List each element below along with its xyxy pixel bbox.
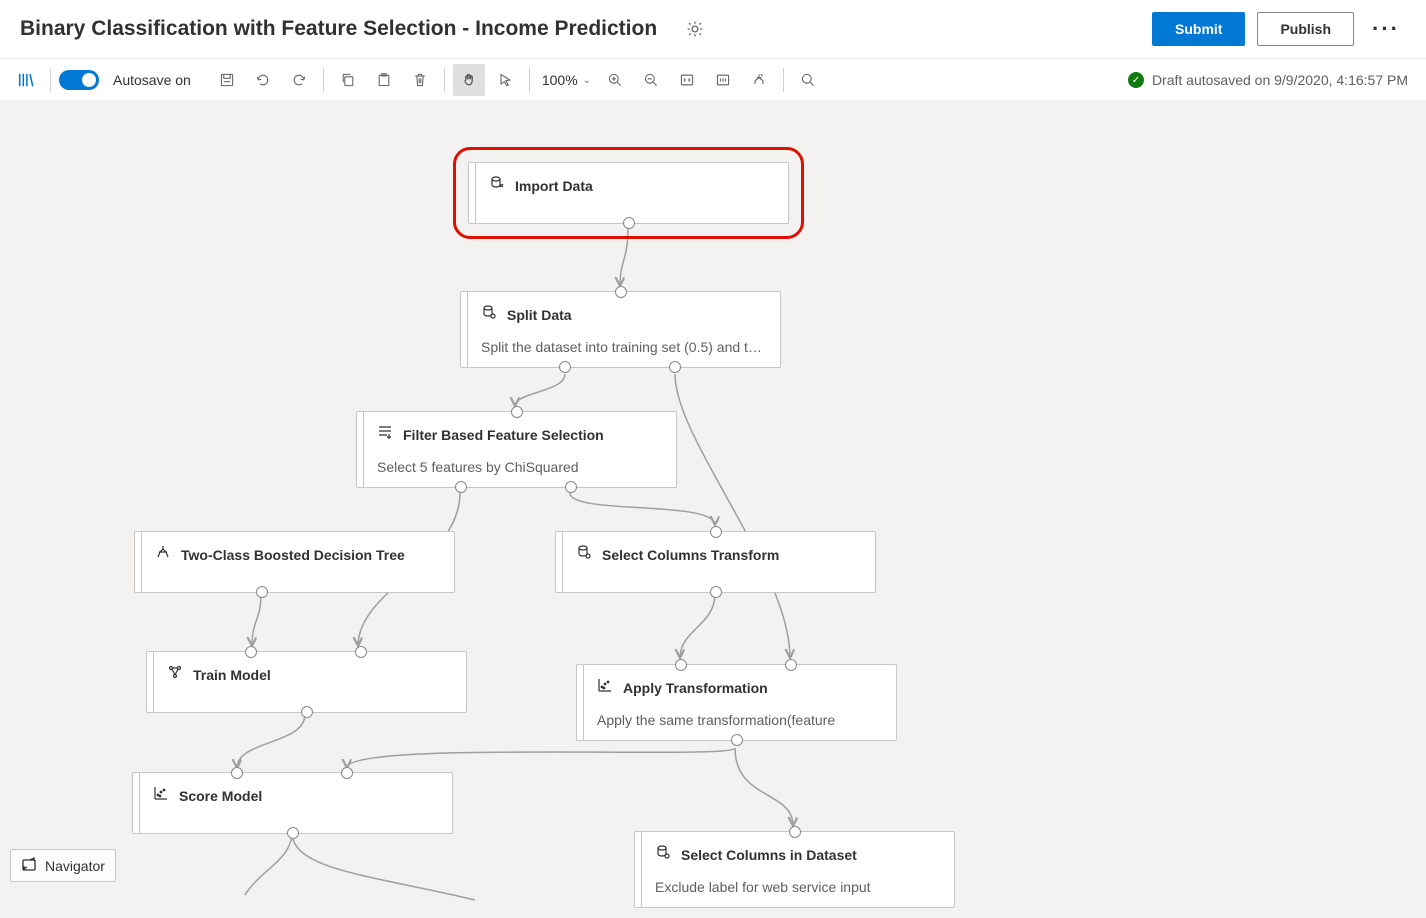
- node-title: Split Data: [507, 307, 572, 323]
- node-title: Two-Class Boosted Decision Tree: [181, 547, 405, 563]
- node-score-model[interactable]: Score Model: [132, 772, 453, 834]
- delete-icon[interactable]: [404, 64, 436, 96]
- submit-button[interactable]: Submit: [1152, 12, 1245, 46]
- zoom-out-icon[interactable]: [635, 64, 667, 96]
- node-filter-based-feature-selection[interactable]: Filter Based Feature Selection Select 5 …: [356, 411, 677, 488]
- node-import-data[interactable]: Import Data: [468, 162, 789, 224]
- actual-size-icon[interactable]: [707, 64, 739, 96]
- autolayout-icon[interactable]: [743, 64, 775, 96]
- database-icon: [489, 175, 505, 196]
- redo-icon[interactable]: [283, 64, 315, 96]
- page-title: Binary Classification with Feature Selec…: [20, 17, 657, 41]
- zoom-level[interactable]: 100% ⌄: [538, 72, 595, 88]
- node-subtitle: Select 5 features by ChiSquared: [371, 459, 662, 475]
- node-title: Train Model: [193, 667, 271, 683]
- node-subtitle: Apply the same transformation(feature: [591, 712, 882, 728]
- node-title: Apply Transformation: [623, 680, 768, 696]
- header-right: Submit Publish ···: [1152, 12, 1406, 46]
- node-train-model[interactable]: Train Model: [146, 651, 467, 713]
- save-icon[interactable]: [211, 64, 243, 96]
- header: Binary Classification with Feature Selec…: [0, 0, 1426, 58]
- paste-icon[interactable]: [368, 64, 400, 96]
- node-title: Import Data: [515, 178, 593, 194]
- tree-icon: [155, 544, 171, 565]
- node-subtitle: Exclude label for web service input: [649, 879, 940, 895]
- expand-icon: [21, 856, 37, 875]
- more-icon[interactable]: ···: [1366, 12, 1406, 46]
- zoom-in-icon[interactable]: [599, 64, 631, 96]
- search-icon[interactable]: [792, 64, 824, 96]
- library-icon[interactable]: [10, 64, 42, 96]
- check-icon: ✓: [1128, 72, 1144, 88]
- autosave-status: ✓ Draft autosaved on 9/9/2020, 4:16:57 P…: [1128, 72, 1422, 88]
- list-filter-icon: [377, 424, 393, 445]
- zoom-value: 100%: [542, 72, 578, 88]
- hand-icon[interactable]: [453, 64, 485, 96]
- node-select-columns-transform[interactable]: Select Columns Transform: [555, 531, 876, 593]
- node-title: Select Columns Transform: [602, 547, 779, 563]
- node-title: Score Model: [179, 788, 262, 804]
- node-two-class-bdt[interactable]: Two-Class Boosted Decision Tree: [134, 531, 455, 593]
- header-left: Binary Classification with Feature Selec…: [20, 13, 711, 45]
- node-title: Filter Based Feature Selection: [403, 427, 604, 443]
- publish-button[interactable]: Publish: [1257, 12, 1354, 46]
- autosave-label: Autosave on: [113, 72, 191, 88]
- fit-icon[interactable]: [671, 64, 703, 96]
- navigator-label: Navigator: [45, 858, 105, 874]
- scatter-icon: [153, 785, 169, 806]
- toolbar: Autosave on 100%: [0, 58, 1426, 102]
- autosave-toggle[interactable]: [59, 70, 99, 90]
- database-gear-icon: [576, 544, 592, 565]
- pipeline-canvas[interactable]: Import Data Split Data Split the dataset…: [0, 100, 1426, 918]
- pointer-icon[interactable]: [489, 64, 521, 96]
- node-subtitle: Split the dataset into training set (0.5…: [475, 339, 766, 355]
- node-split-data[interactable]: Split Data Split the dataset into traini…: [460, 291, 781, 368]
- node-select-columns-in-dataset[interactable]: Select Columns in Dataset Exclude label …: [634, 831, 955, 908]
- database-gear-icon: [481, 304, 497, 325]
- copy-icon[interactable]: [332, 64, 364, 96]
- graph-icon: [167, 664, 183, 685]
- node-title: Select Columns in Dataset: [681, 847, 857, 863]
- navigator-button[interactable]: Navigator: [10, 849, 116, 882]
- node-apply-transformation[interactable]: Apply Transformation Apply the same tran…: [576, 664, 897, 741]
- scatter-icon: [597, 677, 613, 698]
- chevron-down-icon: ⌄: [583, 75, 591, 86]
- status-text: Draft autosaved on 9/9/2020, 4:16:57 PM: [1152, 72, 1408, 88]
- undo-icon[interactable]: [247, 64, 279, 96]
- gear-icon[interactable]: [679, 13, 711, 45]
- database-gear-icon: [655, 844, 671, 865]
